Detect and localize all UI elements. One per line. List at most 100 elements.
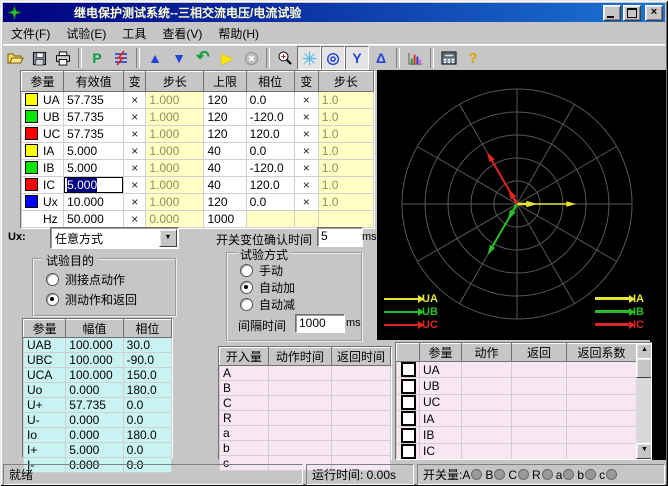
vary-toggle[interactable]: × xyxy=(294,194,318,211)
help-button[interactable]: ? xyxy=(461,46,485,70)
vary-toggle[interactable]: × xyxy=(294,160,318,177)
step-cell[interactable]: 1.0 xyxy=(318,92,373,109)
step-cell[interactable]: 1.000 xyxy=(146,109,204,126)
limit-cell[interactable]: 40 xyxy=(204,143,246,160)
value-cell[interactable]: 57.735 xyxy=(64,109,124,126)
radio-icon-selected[interactable] xyxy=(46,293,59,306)
step-cell[interactable]: 1.0 xyxy=(318,109,373,126)
value-cell[interactable]: 5.000 xyxy=(64,143,124,160)
phase-cell[interactable]: -120.0 xyxy=(246,109,294,126)
checkbox[interactable] xyxy=(401,428,416,443)
radio-icon[interactable] xyxy=(240,264,253,277)
raise-button[interactable]: ▲ xyxy=(143,46,167,70)
menu-tools[interactable]: 工具 xyxy=(114,23,154,44)
limit-cell[interactable]: 120 xyxy=(204,109,246,126)
vary-toggle[interactable]: × xyxy=(124,194,146,211)
value-cell[interactable]: 57.735 xyxy=(64,92,124,109)
ux-mode-dropdown[interactable]: 任意方式 ▼ xyxy=(50,227,179,249)
wye-button[interactable]: Y xyxy=(345,46,369,70)
limit-cell[interactable]: 120 xyxy=(204,194,246,211)
menu-test[interactable]: 试验(E) xyxy=(58,23,114,44)
vary-toggle[interactable]: × xyxy=(124,92,146,109)
vary-toggle[interactable]: × xyxy=(294,143,318,160)
checkbox[interactable] xyxy=(401,379,416,394)
radio-icon-selected[interactable] xyxy=(240,281,253,294)
chevron-down-icon[interactable]: ▼ xyxy=(159,229,177,247)
limit-cell[interactable]: 120 xyxy=(204,92,246,109)
phase-cell[interactable]: 120.0 xyxy=(246,177,294,194)
value-cell[interactable]: 5.000 xyxy=(64,160,124,177)
delta-button[interactable]: Δ xyxy=(369,46,393,70)
lower-button[interactable]: ▼ xyxy=(167,46,191,70)
ic-value-editbox[interactable]: 5.000 xyxy=(64,177,123,193)
minimize-button[interactable] xyxy=(603,5,621,21)
step-cell[interactable]: 1.0 xyxy=(318,194,373,211)
value-cell-editing[interactable]: 5.000 xyxy=(64,177,124,194)
phase-cell[interactable]: 0.0 xyxy=(246,92,294,109)
save-button[interactable] xyxy=(27,46,51,70)
print-button[interactable] xyxy=(51,46,75,70)
value-cell[interactable]: 57.735 xyxy=(64,126,124,143)
radio-auto-increase[interactable]: 自动加 xyxy=(240,279,295,296)
maximize-button[interactable] xyxy=(623,5,641,21)
undo-button[interactable]: ↶ xyxy=(191,46,215,70)
axes-button[interactable] xyxy=(297,46,321,70)
zoom-button[interactable] xyxy=(273,46,297,70)
vary-toggle[interactable]: × xyxy=(124,160,146,177)
vary-toggle[interactable]: × xyxy=(124,109,146,126)
scroll-up-button[interactable]: ▲ xyxy=(636,343,652,359)
checkbox[interactable] xyxy=(401,395,416,410)
vary-toggle[interactable]: × xyxy=(124,126,146,143)
checkbox[interactable] xyxy=(401,411,416,426)
phase-cell[interactable]: 0.0 xyxy=(246,194,294,211)
step-cell[interactable]: 1.000 xyxy=(146,92,204,109)
start-button[interactable]: ▶ xyxy=(215,46,239,70)
scrollbar-thumb[interactable] xyxy=(636,358,652,378)
vary-toggle[interactable]: × xyxy=(124,177,146,194)
vary-toggle[interactable]: × xyxy=(294,177,318,194)
close-button[interactable]: × xyxy=(645,5,663,21)
interval-input[interactable]: 1000 xyxy=(295,314,345,333)
step-cell[interactable]: 1.0 xyxy=(318,160,373,177)
scroll-down-button[interactable]: ▼ xyxy=(636,443,652,459)
radio-contact-action[interactable]: 测接点动作 xyxy=(46,271,125,288)
step-cell[interactable]: 1.000 xyxy=(146,160,204,177)
step-cell[interactable]: 1.000 xyxy=(146,126,204,143)
value-cell[interactable]: 10.000 xyxy=(64,194,124,211)
phase-cell[interactable]: -120.0 xyxy=(246,160,294,177)
step-cell[interactable]: 1.0 xyxy=(318,126,373,143)
vary-toggle[interactable]: × xyxy=(124,211,146,228)
vary-toggle[interactable]: × xyxy=(294,109,318,126)
vary-toggle[interactable]: × xyxy=(294,92,318,109)
step-cell[interactable]: 1.000 xyxy=(146,177,204,194)
checkbox[interactable] xyxy=(401,362,416,377)
switch-confirm-input[interactable]: 5 xyxy=(317,227,363,247)
menu-help[interactable]: 帮助(H) xyxy=(210,23,267,44)
vary-toggle[interactable]: × xyxy=(294,126,318,143)
value-cell[interactable]: 50.000 xyxy=(64,211,124,228)
step-cell[interactable]: 0.000 xyxy=(146,211,204,228)
spiral-button[interactable]: ◎ xyxy=(321,46,345,70)
radio-icon[interactable] xyxy=(240,298,253,311)
open-button[interactable] xyxy=(3,46,27,70)
limit-cell[interactable]: 40 xyxy=(204,177,246,194)
menu-file[interactable]: 文件(F) xyxy=(3,23,58,44)
checkbox[interactable] xyxy=(401,444,416,459)
step-cell[interactable]: 1.000 xyxy=(146,143,204,160)
radio-auto-decrease[interactable]: 自动减 xyxy=(240,296,295,313)
bars-button[interactable] xyxy=(403,46,427,70)
calculator-button[interactable] xyxy=(437,46,461,70)
phase-cell[interactable]: 0.0 xyxy=(246,143,294,160)
step-cell[interactable]: 1.0 xyxy=(318,143,373,160)
step-cell[interactable]: 1.000 xyxy=(146,194,204,211)
phase-cell[interactable]: 120.0 xyxy=(246,126,294,143)
limit-cell[interactable]: 40 xyxy=(204,160,246,177)
vertical-scrollbar[interactable]: ▲ ▼ xyxy=(636,343,651,459)
menu-view[interactable]: 查看(V) xyxy=(154,23,210,44)
p-button[interactable]: P xyxy=(85,46,109,70)
radio-action-return[interactable]: 测动作和返回 xyxy=(46,291,137,308)
radio-icon[interactable] xyxy=(46,273,59,286)
step-cell[interactable]: 1.0 xyxy=(318,177,373,194)
fault-button[interactable] xyxy=(109,46,133,70)
limit-cell[interactable]: 1000 xyxy=(204,211,246,228)
